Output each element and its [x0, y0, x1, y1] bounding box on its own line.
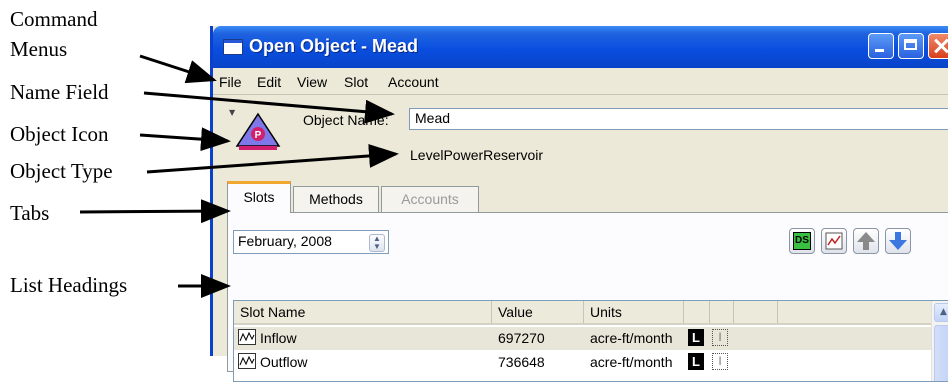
col-value[interactable]: Value: [492, 301, 584, 323]
flag-l-icon: L: [688, 329, 704, 346]
arrow-command-menus: [139, 54, 217, 84]
col-flag-2[interactable]: [710, 301, 734, 323]
plot-button[interactable]: [821, 228, 847, 254]
ds-icon: DS: [793, 232, 811, 250]
tab-slots[interactable]: Slots: [227, 181, 291, 213]
window-title: Open Object - Mead: [249, 36, 419, 56]
slot-units: acre-ft/month: [590, 354, 673, 370]
slot-name: Inflow: [260, 330, 297, 346]
object-name-field[interactable]: Mead: [409, 108, 948, 130]
date-value: February, 2008: [238, 233, 332, 249]
flag-i-icon: I: [712, 353, 728, 370]
up-arrow-icon: [857, 232, 875, 250]
slot-value: 697270: [498, 330, 545, 346]
spinner-arrows-icon[interactable]: ▲ ▼: [369, 234, 385, 252]
down-arrow-icon: [889, 232, 907, 250]
icon-dropdown-arrow-icon[interactable]: ▼: [229, 108, 235, 117]
table-row[interactable]: Inflow 697270 acre-ft/month L I: [234, 327, 932, 350]
callout-name-field: Name Field: [10, 80, 109, 104]
list-headings: Slot Name Value Units: [234, 301, 932, 325]
title-bar[interactable]: Open Object - Mead: [213, 26, 948, 68]
object-icon-letter: P: [255, 130, 262, 141]
callout-command-menus-line1: Command: [10, 7, 98, 31]
move-down-button[interactable]: [885, 228, 911, 254]
callout-list-headings: List Headings: [10, 273, 128, 297]
callout-command-menus-line2: Menus: [10, 37, 68, 61]
series-slot-icon: [238, 329, 256, 345]
tab-accounts[interactable]: Accounts: [381, 186, 479, 212]
col-units[interactable]: Units: [584, 301, 684, 323]
plot-icon: [825, 232, 843, 250]
object-name-label: Object Name:: [303, 112, 389, 128]
flag-i-icon: I: [712, 329, 728, 346]
scroll-thumb[interactable]: [934, 325, 948, 381]
flag-l-icon: L: [688, 353, 704, 370]
ds-button[interactable]: DS: [789, 228, 815, 254]
window-icon: [223, 39, 243, 55]
series-slot-icon: [238, 353, 256, 369]
date-spinner[interactable]: February, 2008 ▲ ▼: [233, 230, 389, 254]
menu-file[interactable]: File: [219, 74, 242, 90]
slot-value: 736648: [498, 354, 545, 370]
arrow-tabs: [79, 199, 231, 224]
menu-edit[interactable]: Edit: [257, 74, 281, 90]
callout-tabs: Tabs: [10, 201, 50, 225]
object-type-label: LevelPowerReservoir: [410, 147, 544, 163]
callout-object-icon: Object Icon: [10, 122, 109, 146]
minimize-button[interactable]: [868, 33, 894, 59]
slot-name: Outflow: [260, 354, 308, 370]
callout-object-type: Object Type: [10, 159, 113, 183]
scroll-up-icon[interactable]: ▲: [934, 303, 948, 322]
close-button[interactable]: [928, 33, 948, 59]
col-slot-name[interactable]: Slot Name: [234, 301, 492, 323]
slot-list[interactable]: Slot Name Value Units Inflow 697270 acre…: [233, 300, 948, 382]
list-scrollbar[interactable]: ▲: [931, 301, 948, 381]
move-up-button[interactable]: [853, 228, 879, 254]
open-object-window: Open Object - Mead File Edit View Slot A…: [210, 26, 948, 382]
menu-view[interactable]: View: [297, 74, 327, 90]
menu-account[interactable]: Account: [388, 74, 439, 90]
menu-bar: File Edit View Slot Account: [213, 70, 948, 95]
maximize-button[interactable]: [898, 33, 924, 59]
menu-slot[interactable]: Slot: [344, 74, 368, 90]
table-row[interactable]: Outflow 736648 acre-ft/month L I: [234, 351, 932, 374]
col-flag-1[interactable]: [684, 301, 710, 323]
tab-methods[interactable]: Methods: [293, 186, 379, 212]
object-icon[interactable]: P: [235, 112, 281, 150]
slot-units: acre-ft/month: [590, 330, 673, 346]
col-flag-3[interactable]: [734, 301, 778, 323]
